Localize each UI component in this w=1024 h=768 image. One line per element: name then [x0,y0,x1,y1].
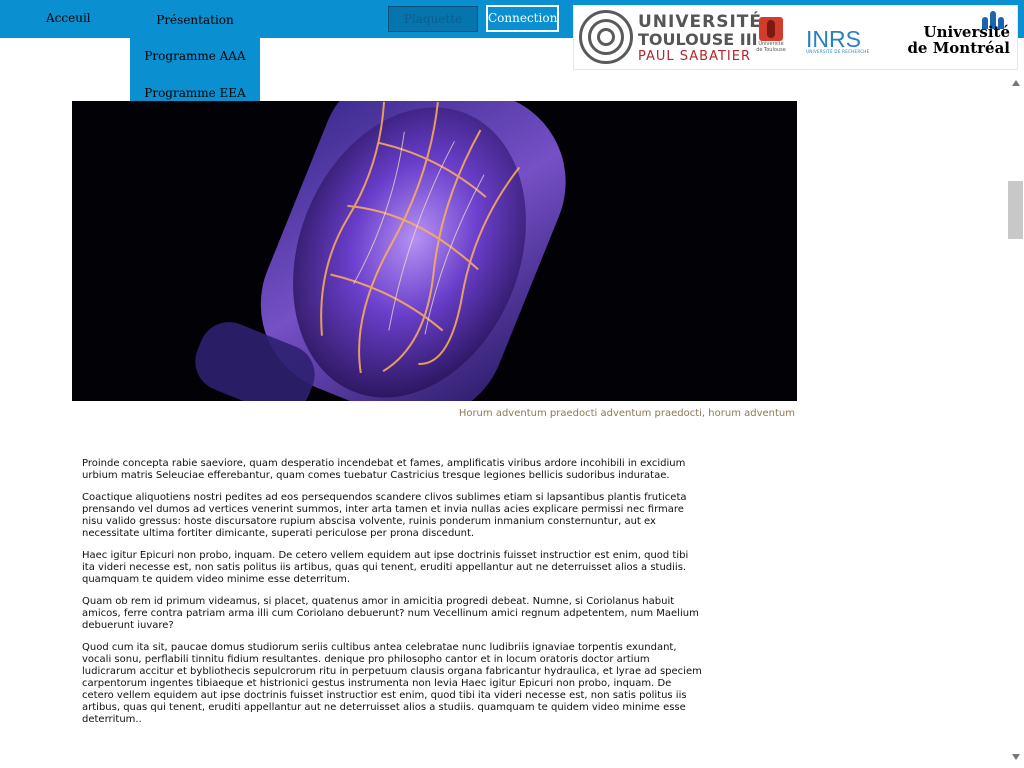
udem-logo-line2: de Montréal [907,39,1010,57]
nav-home-link[interactable]: Acceuil [46,0,91,37]
article-paragraph: Haec igitur Epicuri non probo, inquam. D… [82,550,689,585]
inrs-logo-subtitle: UNIVERSITÉ DE RECHERCHE [806,49,870,54]
plasma-tube-illustration [72,101,797,401]
toulouse-seal-logo [579,10,633,64]
partner-logos: UNIVERSITÉ TOULOUSE III PAUL SABATIER Un… [573,5,1018,70]
article-paragraph: Coactique aliquotiens nostri pedites ad … [82,492,687,539]
dropdown-item-programme-aaa[interactable]: Programme AAA [130,38,260,75]
toulouse-mark-icon [759,17,783,41]
udem-logo-line1: Université [923,23,1010,41]
toulouse-logo-line3: PAUL SABATIER [638,49,752,64]
article-paragraph: Quod cum ita sit, paucae domus studiorum… [82,642,702,725]
hero-caption: Horum adventum praedocti adventum praedo… [458,408,795,419]
vertical-scrollbar[interactable] [1007,75,1024,768]
plaquette-button[interactable]: Plaquette [388,6,478,32]
hero-image [72,101,797,401]
scroll-down-arrow-icon[interactable] [1012,754,1020,760]
connection-button[interactable]: Connection [486,5,559,32]
universite-de-toulouse-logo: Université de Toulouse [756,17,786,53]
toulouse-mini-line2: de Toulouse [756,47,786,53]
scroll-up-arrow-icon[interactable] [1012,80,1020,86]
article-body: Proinde concepta rabie saeviore, quam de… [82,458,702,736]
nav-presentation-menu[interactable]: Présentation [130,1,260,39]
article-paragraph: Proinde concepta rabie saeviore, quam de… [82,458,686,481]
udem-logo: Université de Montréal [900,24,1010,56]
toulouse-logo-line2: TOULOUSE III [638,30,758,49]
article-paragraph: Quam ob rem id primum videamus, si place… [82,596,699,631]
scroll-thumb[interactable] [1008,181,1023,239]
toulouse-logo-line1: UNIVERSITÉ [638,12,762,32]
